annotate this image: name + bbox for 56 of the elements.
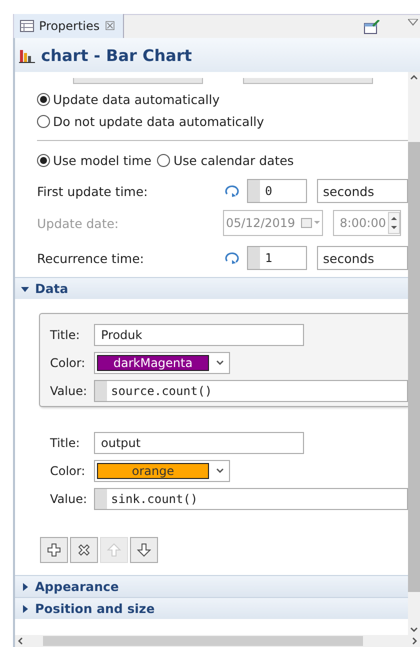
field-label: First update time: (37, 184, 149, 198)
field-label: Color: (50, 464, 86, 478)
field-label: Value: (50, 384, 88, 398)
refresh-icon[interactable] (223, 251, 241, 265)
down-button[interactable] (130, 537, 158, 563)
number-field[interactable]: 1 (247, 246, 307, 270)
window-title: chart - Bar Chart (41, 46, 192, 64)
horizontal-scrollbar[interactable] (13, 635, 420, 647)
unit-dropdown[interactable]: seconds (317, 246, 408, 270)
menu-icon[interactable] (408, 19, 418, 26)
vertical-scrollbar[interactable] (408, 72, 420, 635)
number-field[interactable]: 0 (247, 179, 307, 203)
section-header[interactable]: Position and size (15, 597, 408, 619)
section-header[interactable]: Data (15, 277, 408, 299)
spinner-icon[interactable] (388, 212, 400, 234)
field-label: Title: (50, 328, 81, 342)
close-icon[interactable]: ☒ (104, 19, 116, 33)
field-label: Recurrence time: (37, 250, 145, 266)
color-swatch: darkMagenta (97, 355, 209, 371)
series-panel[interactable]: Title: Produk Color: darkMagenta Value: source.count() (39, 313, 408, 407)
bar-chart-icon (19, 47, 35, 63)
title-field[interactable]: Produk (94, 324, 304, 346)
field-label: Color: (50, 356, 86, 370)
expand-icon[interactable] (21, 604, 29, 612)
remove-button[interactable] (70, 537, 98, 563)
value-field[interactable]: source.count() (94, 380, 408, 402)
tab-label: Properties (39, 19, 100, 33)
down-arrow-icon (137, 543, 151, 557)
title-field[interactable]: output (94, 432, 304, 454)
cross-icon (77, 543, 91, 557)
table-icon (20, 20, 34, 32)
radio-label[interactable]: Do not update data automatically (53, 114, 264, 128)
radio-button[interactable] (37, 114, 50, 128)
field-label: Title: (50, 436, 81, 450)
color-dropdown[interactable]: orange (94, 460, 230, 482)
field-label: Update date: (37, 216, 120, 230)
up-arrow-icon (107, 543, 121, 557)
properties-tab[interactable]: Properties ☒ (14, 14, 124, 38)
color-swatch: orange (97, 463, 209, 479)
radio-label[interactable]: Use model time (53, 152, 152, 168)
radio-button[interactable] (37, 92, 50, 106)
add-button[interactable] (40, 537, 68, 563)
new-window-icon[interactable] (364, 20, 380, 34)
color-dropdown[interactable]: darkMagenta (94, 352, 230, 374)
field-label: Value: (50, 492, 88, 506)
radio-label[interactable]: Update data automatically (53, 92, 220, 106)
unit-dropdown[interactable]: seconds (317, 179, 408, 203)
section-header[interactable]: Appearance (15, 575, 408, 597)
expand-icon[interactable] (21, 582, 29, 590)
value-field[interactable]: sink.count() (94, 488, 408, 510)
refresh-icon[interactable] (223, 184, 241, 198)
radio-button[interactable] (157, 154, 170, 166)
plus-icon (47, 543, 61, 557)
radio-button[interactable] (37, 154, 50, 166)
collapse-icon[interactable] (21, 284, 29, 292)
radio-label[interactable]: Use calendar dates (173, 152, 294, 168)
